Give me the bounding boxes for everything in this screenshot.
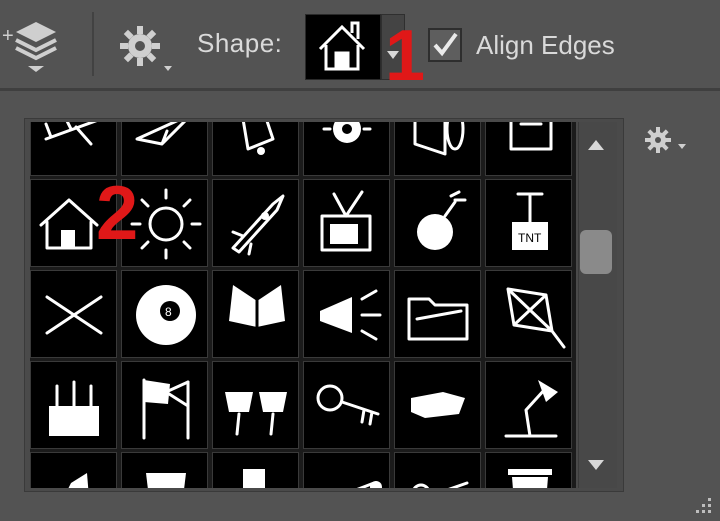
shape-cell[interactable] xyxy=(212,270,299,358)
shape-cell[interactable] xyxy=(394,270,481,358)
shape-cell[interactable] xyxy=(30,452,117,488)
shape-cell[interactable] xyxy=(303,361,390,449)
shape-label: Shape: xyxy=(197,28,283,58)
shape-cell[interactable] xyxy=(30,122,117,176)
airplane-shape-icon xyxy=(44,122,98,146)
scrollbar-track[interactable] xyxy=(578,122,617,488)
shape-preview-button[interactable] xyxy=(305,14,381,80)
path-operations-icon[interactable]: + xyxy=(2,16,64,74)
shape-cell[interactable] xyxy=(212,179,299,267)
scrollbar-thumb[interactable] xyxy=(580,230,612,274)
cog-flower-shape-icon xyxy=(322,122,372,143)
megaphone-shape-icon xyxy=(320,289,382,341)
shape-cell[interactable] xyxy=(121,452,208,488)
shape-cell[interactable] xyxy=(212,452,299,488)
shape-cell[interactable] xyxy=(303,179,390,267)
shape-cell[interactable]: TNT xyxy=(485,179,572,267)
shape-cell[interactable] xyxy=(303,452,390,488)
crossed-bandage-shape-icon xyxy=(45,295,103,335)
eight-ball-shape-icon: 8 xyxy=(136,285,196,345)
hand-bell-shape-icon xyxy=(241,122,275,155)
trash-can-shape-icon xyxy=(508,469,552,488)
shape-cell[interactable] xyxy=(30,361,117,449)
butterfly-shape-icon xyxy=(229,285,285,341)
house-icon xyxy=(318,21,366,71)
boot-shape-icon xyxy=(243,469,265,488)
shape-cell[interactable] xyxy=(394,122,481,176)
scroll-down-arrow-icon[interactable] xyxy=(588,460,604,470)
annotation-1: 1 xyxy=(385,16,426,96)
panel-menu-gear-icon[interactable] xyxy=(640,122,690,158)
checkmark-icon xyxy=(433,32,458,57)
shape-cell[interactable]: 8 xyxy=(121,270,208,358)
shape-cell[interactable] xyxy=(394,179,481,267)
sunglasses-shape-icon xyxy=(225,392,287,436)
annotation-2: 2 xyxy=(96,171,139,256)
bone-shape-icon xyxy=(356,481,382,488)
tv-shape-icon xyxy=(320,190,372,252)
shape-cell[interactable] xyxy=(394,361,481,449)
desk-lamp-shape-icon xyxy=(504,380,558,438)
witch-hat-shape-icon xyxy=(68,473,89,488)
shape-cell[interactable] xyxy=(212,361,299,449)
bomb-shape-icon xyxy=(417,190,467,250)
resize-grip-icon[interactable] xyxy=(690,492,714,516)
rocket-shape-icon xyxy=(231,194,285,256)
shape-cell[interactable] xyxy=(485,122,572,176)
shape-cell[interactable] xyxy=(485,452,572,488)
cup-shape-icon xyxy=(146,473,186,488)
tnt-plunger-shape-icon: TNT xyxy=(512,192,548,250)
scroll-shape-icon xyxy=(509,122,553,151)
svg-text:+: + xyxy=(2,25,14,47)
svg-text:8: 8 xyxy=(165,305,172,319)
shape-cell[interactable] xyxy=(303,122,390,176)
hand-pointing-shape-icon xyxy=(411,392,465,418)
shape-cell[interactable] xyxy=(121,361,208,449)
shape-cell[interactable] xyxy=(121,122,208,176)
shape-cell[interactable] xyxy=(212,122,299,176)
paper-plane-shape-icon xyxy=(135,122,187,146)
align-edges-label: Align Edges xyxy=(476,30,615,60)
scissors-shape-icon xyxy=(412,481,469,488)
options-bar: + Shape: 1 Align Edges xyxy=(0,0,720,96)
shape-cell[interactable] xyxy=(485,361,572,449)
flags-shape-icon xyxy=(142,378,190,440)
shape-cell[interactable] xyxy=(485,270,572,358)
kite-shape-icon xyxy=(506,287,566,349)
svg-text:TNT: TNT xyxy=(518,231,542,245)
folder-shape-icon xyxy=(407,297,469,341)
key-shape-icon xyxy=(316,384,380,426)
shape-cell[interactable] xyxy=(30,270,117,358)
gear-icon[interactable] xyxy=(116,22,176,74)
shape-cell[interactable] xyxy=(303,270,390,358)
speaker-shape-icon xyxy=(413,122,465,156)
birthday-cake-shape-icon xyxy=(49,380,99,436)
scroll-up-arrow-icon[interactable] xyxy=(588,140,604,150)
shape-cell[interactable] xyxy=(394,452,481,488)
align-edges-checkbox[interactable] xyxy=(428,28,462,62)
